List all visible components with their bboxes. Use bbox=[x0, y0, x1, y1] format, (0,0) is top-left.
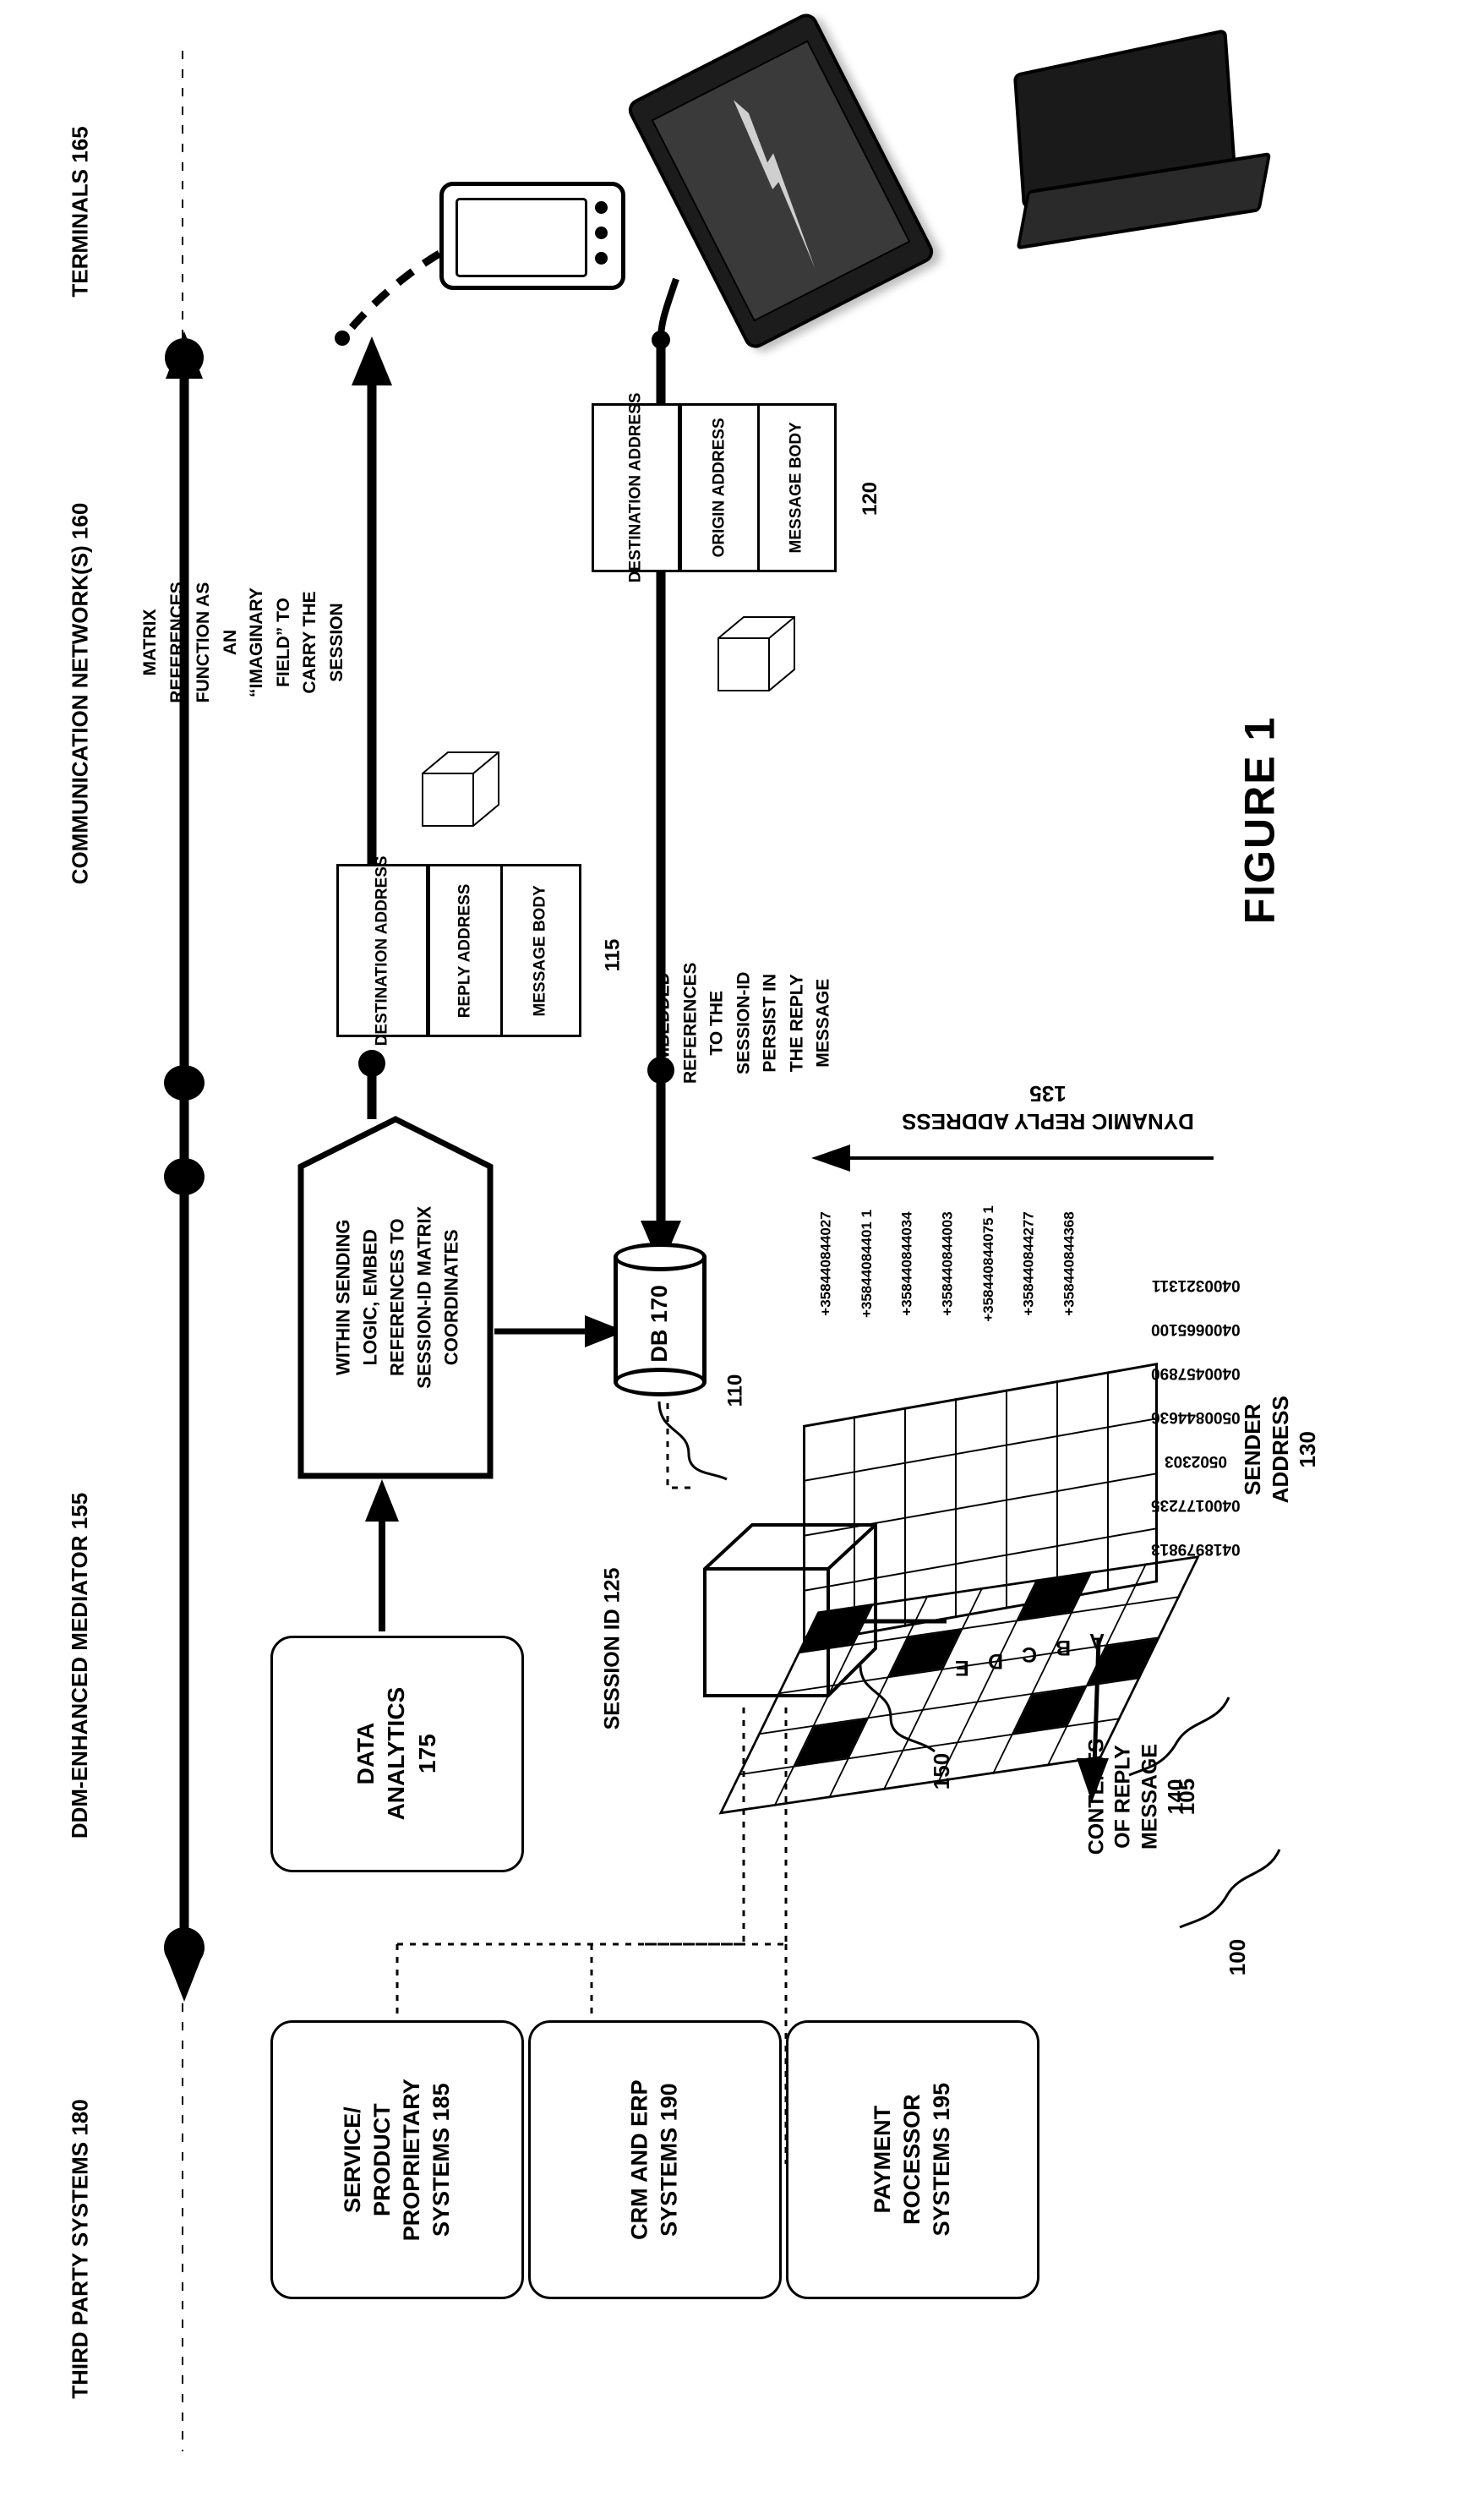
leader-100 bbox=[1179, 1849, 1281, 1929]
matrix-contents-arrow bbox=[1077, 1639, 1109, 1802]
leader-105 bbox=[1128, 1697, 1230, 1777]
patent-figure-1: TERMINALS 165 COMMUNICATION NETWORK(S) 1… bbox=[0, 0, 1484, 2508]
leader-150 bbox=[859, 1664, 936, 1753]
